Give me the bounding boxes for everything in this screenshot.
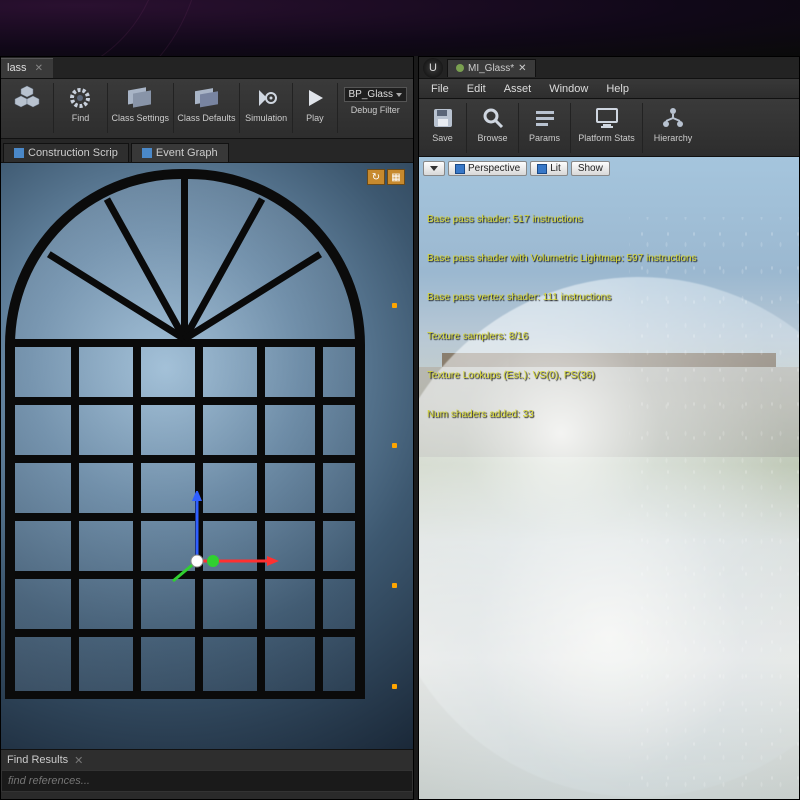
compile-button[interactable] <box>1 83 54 133</box>
browse-button[interactable]: Browse <box>467 103 519 153</box>
menu-bar: File Edit Asset Window Help <box>419 79 799 99</box>
params-button[interactable]: Params <box>519 103 571 153</box>
tab-label: Construction Scrip <box>28 147 118 159</box>
preview-viewport-toolbar: Perspective Lit Show <box>423 161 610 176</box>
menu-help[interactable]: Help <box>598 81 637 97</box>
find-button[interactable]: Find <box>54 83 107 133</box>
left-window-tab[interactable]: lass ✕ <box>1 58 53 78</box>
button-label: Lit <box>550 163 561 174</box>
perspective-button[interactable]: Perspective <box>448 161 527 176</box>
graph-tabs: Construction Scrip Event Graph <box>1 139 413 163</box>
play-button[interactable]: Play <box>293 83 337 133</box>
save-button[interactable]: Save <box>419 103 467 153</box>
tab-label: Event Graph <box>156 147 218 159</box>
toolbar-label: Play <box>306 113 324 123</box>
button-label: Show <box>578 163 603 174</box>
class-defaults-button[interactable]: Class Defaults <box>174 83 240 133</box>
chevron-down-icon <box>396 93 402 97</box>
material-editor-window: U MI_Glass* ✕ File Edit Asset Window Hel… <box>418 56 800 800</box>
realtime-badge-icon[interactable]: ↻ <box>367 169 385 185</box>
show-button[interactable]: Show <box>571 161 610 176</box>
left-toolbar: Find Class Settings Class Defaults Simul… <box>1 79 413 139</box>
chevron-down-icon <box>430 166 438 171</box>
find-references-input[interactable] <box>1 770 413 792</box>
material-sphere-icon <box>456 64 464 72</box>
stat-line: Base pass shader with Volumetric Lightma… <box>427 252 697 265</box>
toolbar-label: Platform Stats <box>578 133 635 143</box>
monitor-icon <box>592 103 622 133</box>
viewport-options-button[interactable] <box>423 161 445 176</box>
play-icon <box>300 83 330 113</box>
menu-edit[interactable]: Edit <box>459 81 494 97</box>
blueprint-viewport[interactable]: ↻ ▦ <box>1 163 413 749</box>
right-toolbar: Save Browse Params Platform Stats Hierar… <box>419 99 799 157</box>
simulate-icon <box>251 83 281 113</box>
window-mesh <box>1 169 381 709</box>
debug-filter-group: BP_Glass Debug Filter <box>338 83 413 119</box>
list-icon <box>530 103 560 133</box>
close-icon[interactable]: ✕ <box>35 63 43 74</box>
toolbar-label: Class Defaults <box>177 113 235 123</box>
debug-filter-label: Debug Filter <box>344 105 407 115</box>
stat-line: Texture Lookups (Est.): VS(0), PS(36) <box>427 369 697 382</box>
tab-label: Find Results <box>7 754 68 766</box>
cube-icon <box>537 164 547 174</box>
toolbar-label: Save <box>432 133 453 143</box>
material-preview-viewport[interactable]: Perspective Lit Show Base pass shader: 5… <box>419 157 799 799</box>
script-icon <box>14 148 24 158</box>
defaults-icon <box>191 83 221 113</box>
tab-event-graph[interactable]: Event Graph <box>131 143 229 162</box>
graph-icon <box>142 148 152 158</box>
hierarchy-button[interactable]: Hierarchy <box>643 103 703 153</box>
floppy-icon <box>428 103 458 133</box>
toolbar-label: Params <box>529 133 560 143</box>
toolbar-label: Simulation <box>245 113 287 123</box>
blueprint-editor-window: lass ✕ Find Class Settings Cla <box>0 56 414 800</box>
button-label: Perspective <box>468 163 520 174</box>
close-icon[interactable]: ✕ <box>74 754 83 767</box>
menu-window[interactable]: Window <box>541 81 596 97</box>
platform-stats-button[interactable]: Platform Stats <box>571 103 643 153</box>
find-results-tab[interactable]: Find Results ✕ <box>1 750 413 770</box>
toolbar-label: Find <box>72 113 90 123</box>
left-tab-bar: lass ✕ <box>1 57 413 79</box>
shader-stats-overlay: Base pass shader: 517 instructions Base … <box>427 187 697 447</box>
search-icon <box>478 103 508 133</box>
toolbar-label: Hierarchy <box>654 133 693 143</box>
class-settings-button[interactable]: Class Settings <box>108 83 174 133</box>
toolbar-label: Class Settings <box>111 113 169 123</box>
desktop-background <box>0 0 800 56</box>
close-icon[interactable]: ✕ <box>518 63 526 74</box>
lit-button[interactable]: Lit <box>530 161 568 176</box>
find-results-panel: Find Results ✕ <box>1 749 413 799</box>
gear-icon <box>65 83 95 113</box>
unreal-logo-icon[interactable]: U <box>423 58 443 78</box>
hierarchy-icon <box>658 103 688 133</box>
tab-title: lass <box>7 62 27 74</box>
settings-icon <box>125 83 155 113</box>
cube-icon <box>455 164 465 174</box>
stat-line: Base pass vertex shader: 111 instruction… <box>427 291 697 304</box>
stat-line: Base pass shader: 517 instructions <box>427 213 697 226</box>
menu-asset[interactable]: Asset <box>496 81 540 97</box>
right-window-tab[interactable]: MI_Glass* ✕ <box>447 59 536 77</box>
tab-title: MI_Glass* <box>468 63 514 74</box>
simulation-button[interactable]: Simulation <box>240 83 293 133</box>
toolbar-label: Browse <box>477 133 507 143</box>
tab-construction-script[interactable]: Construction Scrip <box>3 143 129 162</box>
viewport-badges: ↻ ▦ <box>367 169 405 185</box>
cubes-icon <box>12 83 42 113</box>
combo-value: BP_Glass <box>349 89 393 100</box>
stat-line: Num shaders added: 33 <box>427 408 697 421</box>
debug-filter-combo[interactable]: BP_Glass <box>344 87 407 102</box>
menu-file[interactable]: File <box>423 81 457 97</box>
right-titlebar: U MI_Glass* ✕ <box>419 57 799 79</box>
stat-line: Texture samplers: 8/16 <box>427 330 697 343</box>
grid-badge-icon[interactable]: ▦ <box>387 169 405 185</box>
